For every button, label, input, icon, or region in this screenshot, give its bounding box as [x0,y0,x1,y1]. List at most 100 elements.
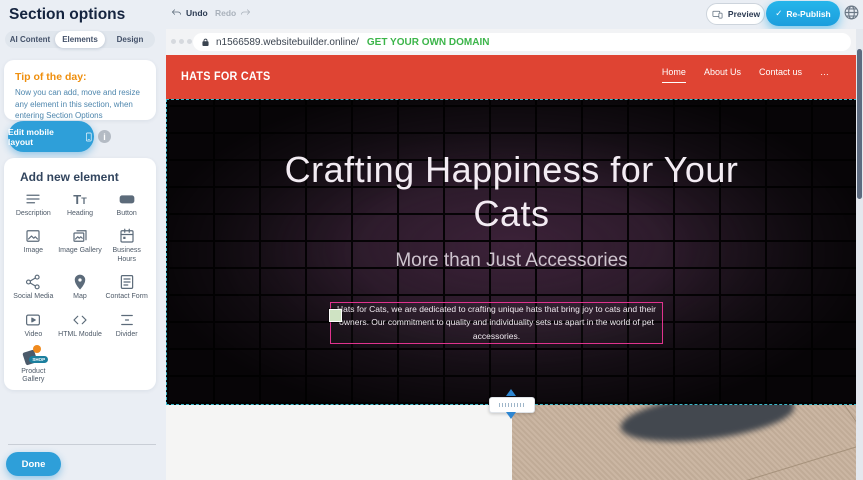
window-dot [179,39,184,44]
section-resize-handle[interactable] [489,390,533,418]
undo-label: Undo [186,8,208,18]
element-label: Business Hours [105,247,149,264]
element-label: HTML Module [58,331,102,339]
selected-text-element[interactable]: Hats for Cats, we are dedicated to craft… [330,302,663,344]
globe-icon[interactable] [843,4,860,21]
element-label: Heading [67,210,93,218]
add-element-item[interactable]: Contact Form [103,273,150,301]
divider-icon [118,311,136,329]
get-domain-link[interactable]: GET YOUR OWN DOMAIN [367,37,490,48]
element-label: Video [24,331,42,339]
preview-scrollbar [856,29,863,480]
browser-chrome: n1566589.websitebuilder.online/ GET YOUR… [166,29,857,55]
element-label: Social Media [13,293,53,301]
add-element-item[interactable]: HTML Module [57,311,104,339]
add-element-item[interactable]: Video [10,311,57,339]
hero-title[interactable]: Crafting Happiness for Your Cats [282,148,742,237]
browser-window-dots [171,39,192,44]
preview-label: Preview [728,9,760,19]
add-element-item[interactable]: Social Media [10,273,57,301]
contact-form-icon [118,273,136,291]
panel-tabs: AI Content Elements Design [5,31,155,48]
element-label: Divider [116,331,138,339]
republish-button[interactable]: ✓ Re-Publish [766,1,840,26]
element-label: Image [24,247,43,255]
map-icon [71,273,89,291]
site-header: HATS FOR CATS Home About Us Contact us … [166,55,857,99]
carpet-seam [823,405,857,449]
edit-mobile-layout-button[interactable]: Edit mobile layout [8,121,94,152]
app-canvas: Section options Undo Redo Preview ✓ Re-P… [0,0,863,480]
nav-item--[interactable]: … [820,67,829,83]
element-label: Map [73,293,87,301]
nav-item-home[interactable]: Home [662,67,686,83]
check-icon: ✓ [775,8,782,19]
element-label: Button [117,210,137,218]
window-dot [171,39,176,44]
add-element-item[interactable]: TT Heading [57,190,104,218]
window-dot [187,39,192,44]
add-element-item[interactable]: SHOP Product Gallery [10,348,57,385]
resize-up-arrow-icon [506,389,516,396]
tab-design[interactable]: Design [105,31,155,48]
add-element-title: Add new element [20,170,156,184]
html-module-icon [71,311,89,329]
device-preview-icon [711,9,724,20]
add-element-item[interactable]: Image [10,227,57,264]
republish-label: Re-Publish [786,9,830,19]
grip-dots-icon [499,403,525,407]
add-element-item[interactable]: Business Hours [103,227,150,264]
lock-icon [201,37,210,48]
hero-paragraph: Hats for Cats, we are dedicated to craft… [331,303,662,343]
undo-button[interactable]: Undo [171,7,208,18]
page-title: Section options [9,6,125,24]
add-element-item[interactable]: Button [103,190,150,218]
element-drag-handle[interactable] [329,309,342,322]
nav-item-contact-us[interactable]: Contact us [759,67,802,83]
cat-shadow-shape [618,405,797,449]
next-section-photo [512,405,857,480]
image-gallery-icon [71,227,89,245]
tab-ai-content[interactable]: AI Content [5,31,55,48]
scrollbar-thumb[interactable] [857,49,862,199]
preview-button[interactable]: Preview [706,3,765,25]
site-nav: Home About Us Contact us … [662,67,829,83]
tip-title: Tip of the day: [15,71,156,83]
add-element-item[interactable]: Map [57,273,104,301]
add-element-item[interactable]: Image Gallery [57,227,104,264]
redo-icon [240,7,251,18]
tab-elements[interactable]: Elements [55,31,105,48]
heading-icon: TT [73,190,86,208]
undo-icon [171,7,182,18]
element-label: Product Gallery [11,368,55,385]
site-url: n1566589.websitebuilder.online/ [216,37,359,48]
edit-mobile-label: Edit mobile layout [8,127,78,147]
done-button[interactable]: Done [6,452,61,476]
redo-button[interactable]: Redo [215,7,251,18]
resize-grip[interactable] [489,397,535,413]
hero-section: Crafting Happiness for Your Cats More th… [166,99,857,405]
address-bar[interactable]: n1566589.websitebuilder.online/ GET YOUR… [193,33,851,51]
hero-subtitle[interactable]: More than Just Accessories [167,250,856,272]
panel-divider [8,444,156,445]
add-element-item[interactable]: Divider [103,311,150,339]
info-icon[interactable]: i [98,130,111,143]
element-label: Contact Form [105,293,147,301]
tip-body: Now you can add, move and resize any ele… [15,87,146,122]
business-hours-icon [118,227,136,245]
add-element-panel: Add new element Description TT Heading B… [4,158,156,390]
social-media-icon [24,273,42,291]
description-icon [24,190,42,208]
redo-label: Redo [215,8,236,18]
image-icon [24,227,42,245]
video-icon [24,311,42,329]
nav-item-about-us[interactable]: About Us [704,67,741,83]
mobile-phone-icon [84,130,94,144]
resize-down-arrow-icon [506,412,516,419]
site-logo[interactable]: HATS FOR CATS [181,69,271,83]
product-gallery-icon: SHOP [22,348,44,366]
button-icon [118,190,136,208]
element-label: Description [16,210,51,218]
add-element-item[interactable]: Description [10,190,57,218]
element-grid: Description TT Heading Button Image Imag… [4,190,156,385]
